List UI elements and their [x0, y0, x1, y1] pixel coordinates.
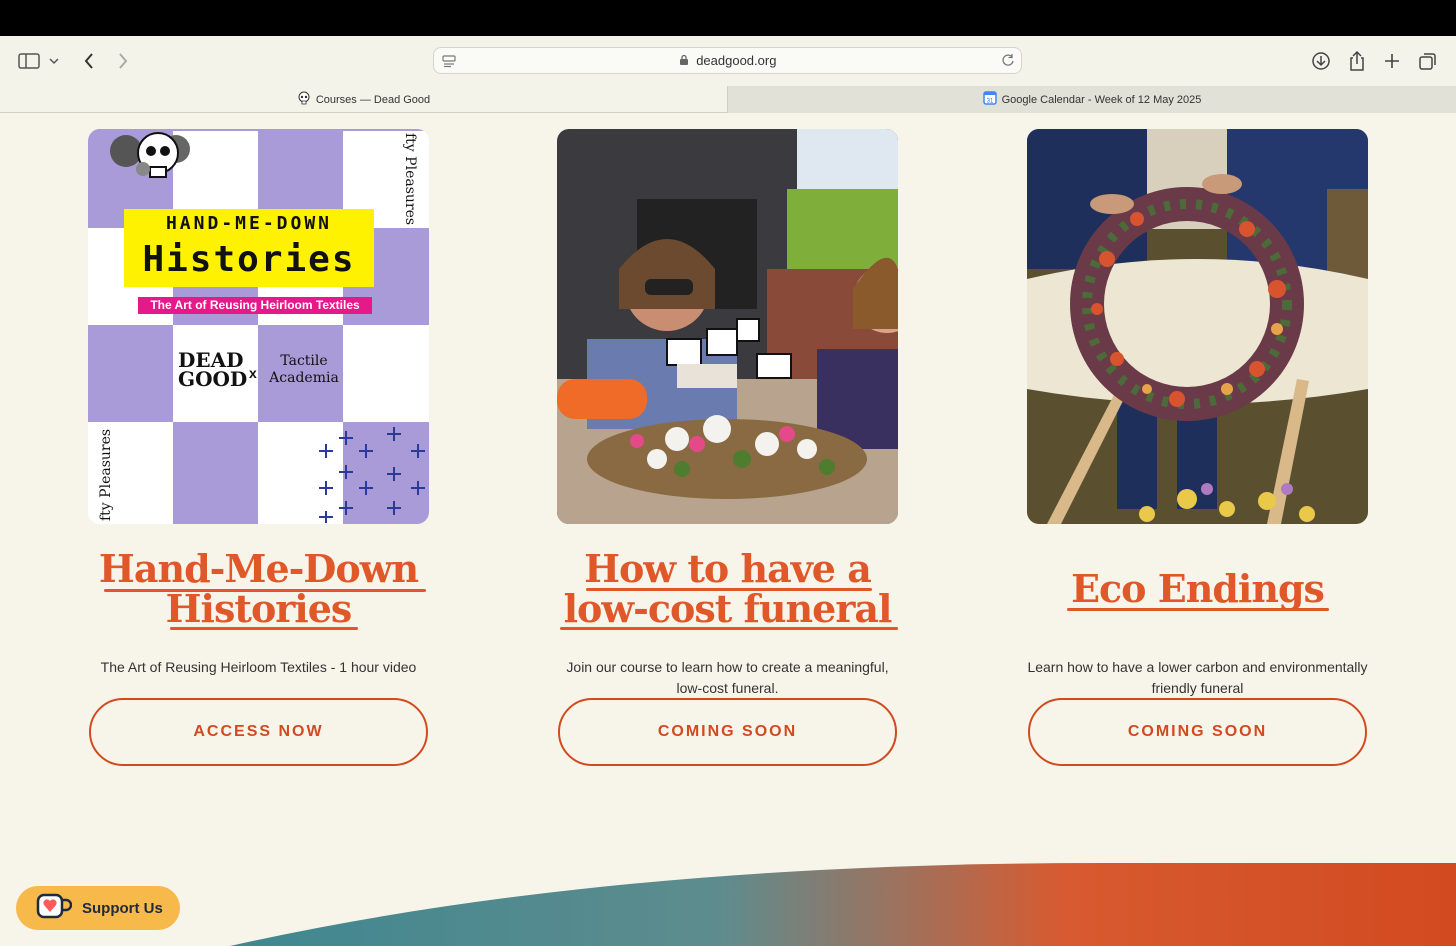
tactile-academia-logo: Tactile Academia	[266, 353, 342, 387]
svg-text:31: 31	[986, 99, 993, 105]
calendar-favicon-icon: 31	[982, 91, 997, 108]
title-underline	[104, 589, 426, 592]
coming-soon-button[interactable]: COMING SOON	[558, 698, 897, 766]
sidebar-toggle-icon[interactable]	[16, 48, 42, 74]
dead-good-logo: DEAD GOOD	[178, 350, 248, 391]
low-cost-funeral-photo[interactable]	[557, 129, 898, 524]
tab-title: Courses — Dead Good	[315, 93, 431, 106]
poster-line1: HAND-ME-DOWN	[165, 213, 333, 234]
card-title[interactable]: Eco Endings	[1027, 569, 1368, 609]
download-icon[interactable]	[1308, 48, 1334, 74]
access-now-button[interactable]: ACCESS NOW	[89, 698, 428, 766]
title-underline	[560, 627, 898, 630]
logo-academia: Academia	[269, 370, 339, 386]
url-display[interactable]: deadgood.org	[434, 53, 1021, 68]
decorative-wave	[230, 863, 1456, 946]
chevron-down-icon[interactable]	[44, 48, 64, 74]
back-icon[interactable]	[76, 48, 102, 74]
poster-line2: Histories	[142, 239, 356, 280]
side-text-bottom: fty Pleasures	[98, 428, 114, 521]
page-content: HAND-ME-DOWN Histories The Art of Reusin…	[0, 113, 1456, 946]
card-description: The Art of Reusing Heirloom Textiles - 1…	[100, 659, 417, 675]
macos-menu-bar	[0, 0, 1456, 36]
tab-courses[interactable]: Courses — Dead Good	[0, 86, 727, 113]
side-text-top: fty Pleasures	[402, 133, 418, 226]
tab-bar: Courses — Dead Good 31 Google Calendar -…	[0, 86, 1456, 113]
title-line2: Histories	[165, 586, 353, 631]
title-underline	[1067, 608, 1329, 611]
new-tab-icon[interactable]	[1379, 48, 1405, 74]
card-description: Join our course to learn how to create a…	[566, 659, 889, 696]
share-icon[interactable]	[1344, 48, 1370, 74]
logo-tactile: Tactile	[280, 353, 328, 369]
title-line1: How to have a	[584, 546, 872, 591]
reload-icon[interactable]	[1001, 53, 1015, 72]
title-underline	[586, 588, 872, 591]
forward-icon[interactable]	[110, 48, 136, 74]
tab-google-calendar[interactable]: 31 Google Calendar - Week of 12 May 2025	[727, 86, 1456, 113]
card-description: Learn how to have a lower carbon and env…	[1027, 659, 1368, 696]
title-line1: Hand-Me-Down	[98, 546, 419, 591]
address-bar[interactable]: deadgood.org	[433, 47, 1022, 74]
tab-overview-icon[interactable]	[1415, 48, 1441, 74]
poster-cross: x	[249, 365, 257, 381]
eco-endings-photo[interactable]	[1027, 129, 1368, 524]
poster-subtitle: The Art of Reusing Heirloom Textiles	[150, 298, 360, 312]
title-line2: low-cost funeral	[563, 586, 893, 631]
title-underline	[170, 627, 358, 630]
tab-title: Google Calendar - Week of 12 May 2025	[1001, 93, 1202, 106]
hand-me-down-histories-poster[interactable]: HAND-ME-DOWN Histories The Art of Reusin…	[88, 129, 429, 524]
support-us-button[interactable]: Support Us	[16, 886, 180, 930]
coming-soon-button[interactable]: COMING SOON	[1028, 698, 1367, 766]
url-text: deadgood.org	[696, 53, 777, 68]
title-line1: Eco Endings	[1071, 566, 1325, 611]
logo-good: GOOD	[178, 367, 248, 391]
support-label: Support Us	[82, 899, 163, 917]
skull-favicon-icon	[297, 91, 311, 108]
lock-icon	[679, 53, 697, 68]
ko-fi-cup-icon	[36, 892, 73, 924]
